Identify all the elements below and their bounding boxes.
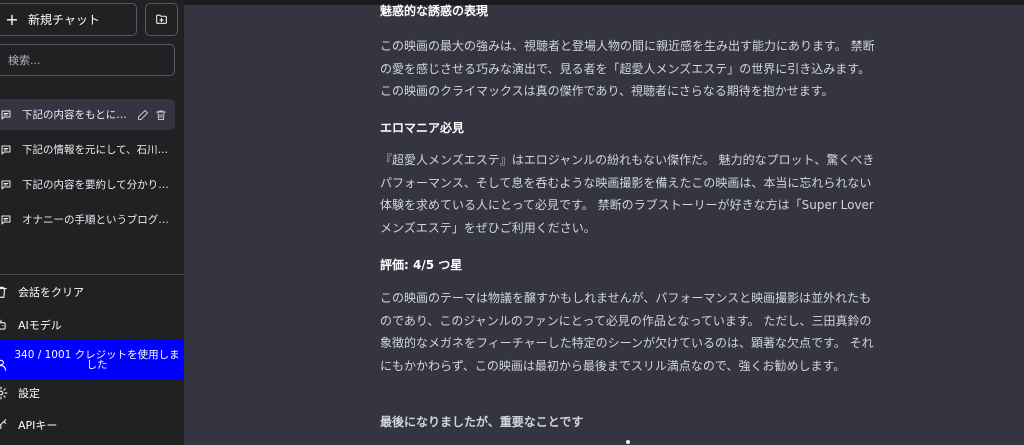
robot-icon (0, 319, 6, 330)
conversation-item[interactable]: 下記の内容をもとにし... (0, 99, 175, 130)
clear-label: 会話をクリア (18, 286, 84, 299)
user-icon (0, 359, 7, 371)
top-border (184, 0, 1024, 5)
chat-bubble-icon (1, 180, 11, 189)
ai-model-button[interactable]: AIモデル (0, 310, 184, 340)
conversation-title: 下記の情報を元にして、石川澪... (22, 144, 175, 156)
pencil-icon[interactable] (137, 109, 149, 121)
new-folder-button[interactable] (145, 3, 178, 36)
chat-bubble-icon (1, 145, 11, 154)
new-chat-button[interactable]: + 新規チャット (0, 3, 137, 36)
section-heading: エロマニア必見 (380, 121, 465, 135)
section-heading: 最後になりましたが、重要なことです (380, 415, 584, 429)
plus-icon: + (5, 9, 19, 29)
new-chat-label: 新規チャット (28, 13, 100, 27)
paragraph: この映画のテーマは物議を醸すかもしれませんが、パフォーマンスと映画撮影は並外れた… (380, 291, 874, 373)
settings-button[interactable]: 設定 (0, 378, 184, 408)
credits-status[interactable]: 340 / 1001 クレジットを使用しました (0, 340, 184, 380)
conversation-item[interactable]: 下記の情報を元にして、石川澪... (0, 134, 175, 165)
section-heading: 魅惑的な誘惑の表現 (380, 4, 489, 18)
chat-main: 魅惑的な誘惑の表現 この映画の最大の強みは、視聴者と登場人物の間に親近感を生み出… (184, 0, 1024, 445)
api-key-button[interactable]: APIキー (0, 410, 184, 440)
conversation-title: 下記の内容をもとにし... (22, 109, 131, 121)
section-heading: 評価: 4/5 つ星 (380, 258, 463, 272)
ai-model-label: AIモデル (18, 319, 62, 332)
search-input[interactable] (0, 44, 175, 76)
conversation-title: オナニーの手順というブログ記... (22, 214, 175, 226)
trash-icon[interactable] (155, 109, 167, 121)
sidebar-divider (0, 274, 184, 275)
sidebar: + 新規チャット 下記の内容をもとにし... 下記の情報を元にして、石川澪...… (0, 0, 184, 445)
chat-bubble-icon (1, 215, 11, 224)
paragraph: この映画の最大の強みは、視聴者と登場人物の間に親近感を生み出す能力にあります。 … (380, 39, 875, 98)
scroll-indicator (626, 440, 630, 444)
settings-label: 設定 (18, 387, 40, 400)
conversation-item[interactable]: 下記の内容を要約して分かり易... (0, 169, 175, 200)
gear-icon (0, 386, 8, 400)
key-icon (0, 419, 7, 430)
credits-label: 340 / 1001 クレジットを使用しました (14, 349, 180, 371)
conversation-title: 下記の内容を要約して分かり易... (22, 179, 175, 191)
trash-icon (0, 286, 7, 298)
new-folder-icon (156, 14, 167, 24)
chat-bubble-icon (1, 110, 11, 119)
conversation-item[interactable]: オナニーの手順というブログ記... (0, 204, 175, 235)
paragraph: 『超愛人メンズエステ』はエロジャンルの紛れもない傑作だ。 魅力的なプロット、驚く… (380, 153, 875, 235)
api-key-label: APIキー (18, 419, 58, 432)
clear-conversations-button[interactable]: 会話をクリア (0, 277, 184, 307)
